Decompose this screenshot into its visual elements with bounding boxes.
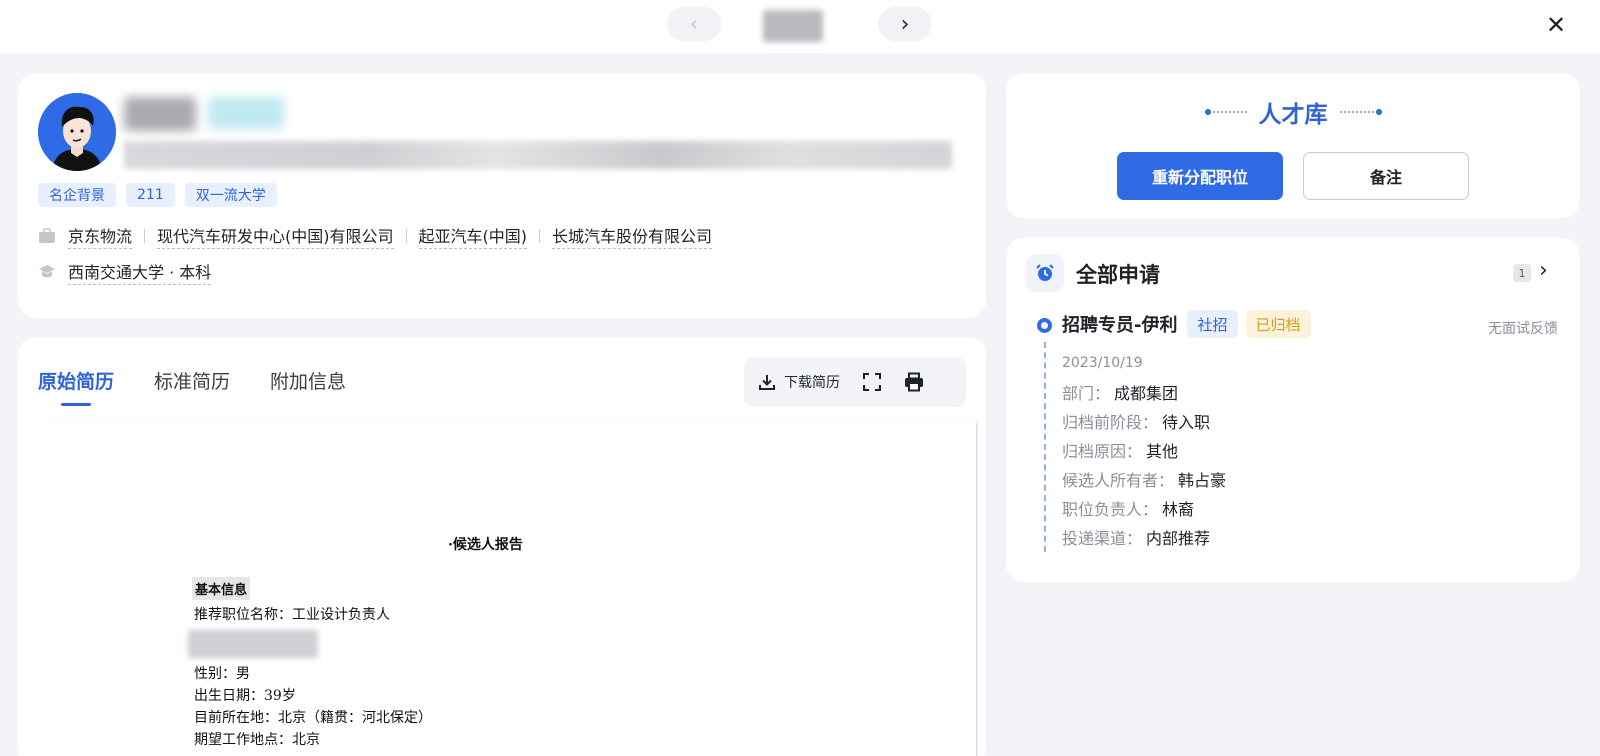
field-department: 部门： 成都集团 — [1062, 380, 1178, 404]
field-value: 其他 — [1146, 442, 1179, 461]
field-delivery-channel: 投递渠道： 内部推荐 — [1062, 525, 1210, 549]
field-value: 成都集团 — [1114, 384, 1179, 403]
tab-additional-info[interactable]: 附加信息 — [270, 367, 346, 406]
company-link[interactable]: 现代汽车研发中心(中国)有限公司 — [157, 223, 394, 249]
fullscreen-button[interactable] — [862, 372, 882, 392]
tag-211: 211 — [126, 183, 175, 207]
timeline-dot — [1037, 318, 1052, 333]
download-resume-label: 下载简历 — [784, 375, 840, 391]
company-link[interactable]: 长城汽车股份有限公司 — [552, 223, 713, 249]
title-decoration — [1204, 109, 1249, 115]
tag-famous-company: 名企背景 — [38, 183, 116, 207]
divider — [405, 229, 407, 243]
reassign-position-button[interactable]: 重新分配职位 — [1117, 152, 1283, 200]
document-line: 期望工作地点：北京 — [194, 732, 320, 748]
chevron-left-icon: ‹ — [689, 11, 699, 37]
tag-double-first-class: 双一流大学 — [184, 183, 277, 207]
talent-pool-label: 人才库 — [1258, 102, 1328, 128]
applications-count-badge: 1 — [1513, 264, 1531, 282]
graduation-cap-icon — [38, 263, 56, 281]
document-line: 性别：男 — [194, 666, 250, 682]
application-position-link[interactable]: 招聘专员-伊利 — [1062, 311, 1177, 337]
tab-original-resume[interactable]: 原始简历 — [38, 367, 114, 406]
status-badge: 已归档 — [1245, 310, 1311, 338]
top-bar: ‹ › ✕ — [0, 0, 1600, 53]
chevron-right-icon: › — [900, 11, 910, 37]
field-label: 归档原因： — [1062, 442, 1143, 461]
field-candidate-owner: 候选人所有者： 韩占豪 — [1062, 467, 1226, 491]
application-date: 2023/10/19 — [1062, 355, 1143, 371]
document-redacted-block — [188, 630, 318, 658]
field-value: 待入职 — [1162, 413, 1211, 432]
application-header: 招聘专员-伊利 社招 已归档 — [1062, 310, 1319, 338]
alarm-clock-icon — [1026, 254, 1064, 292]
candidate-tag-redacted — [208, 97, 284, 129]
close-button[interactable]: ✕ — [1541, 10, 1571, 40]
note-button[interactable]: 备注 — [1303, 152, 1469, 200]
field-label: 归档前阶段： — [1062, 413, 1159, 432]
talent-pool-title: 人才库 — [1006, 95, 1580, 129]
recruit-type-badge: 社招 — [1187, 310, 1238, 338]
document-title: ·候选人报告 — [448, 537, 523, 553]
next-candidate-button[interactable]: › — [878, 7, 932, 41]
divider — [539, 229, 541, 243]
field-archive-reason: 归档原因： 其他 — [1062, 438, 1178, 462]
print-button[interactable] — [904, 372, 924, 392]
chevron-right-icon: › — [1539, 258, 1548, 283]
fullscreen-icon — [863, 373, 881, 391]
document-line: 出生日期：39岁 — [194, 688, 296, 704]
tab-standard-resume[interactable]: 标准简历 — [154, 367, 230, 406]
applications-card: 全部申请 1 › 招聘专员-伊利 社招 已归档 无面试反馈 2023/10/19… — [1006, 238, 1580, 582]
field-value: 内部推荐 — [1146, 529, 1211, 548]
candidate-summary-redacted — [124, 141, 952, 169]
education-row: 西南交通大学 · 本科 — [38, 259, 212, 285]
document-line: 目前所在地：北京（籍贯：河北保定） — [194, 710, 432, 726]
field-value: 林裔 — [1162, 500, 1195, 519]
resume-document-preview: ·候选人报告 基本信息 推荐职位名称：工业设计负责人 性别：男 出生日期：39岁… — [38, 422, 976, 756]
download-resume-button[interactable]: 下载简历 — [758, 372, 840, 392]
applications-title: 全部申请 — [1076, 263, 1160, 287]
timeline-line — [1044, 342, 1046, 552]
interview-feedback-status: 无面试反馈 — [1488, 321, 1558, 337]
resume-card: 原始简历 标准简历 附加信息 下载简历 ·候选人报告 基本信息 推荐职位名称：工… — [18, 337, 986, 756]
talent-pool-card: 人才库 重新分配职位 备注 — [1006, 73, 1580, 218]
document-section-heading: 基本信息 — [192, 577, 251, 600]
candidate-profile-card: 名企背景 211 双一流大学 京东物流 现代汽车研发中心(中国)有限公司 起亚汽… — [18, 73, 986, 318]
print-icon — [905, 372, 923, 392]
title-decoration — [1338, 109, 1382, 115]
candidate-tags: 名企背景 211 双一流大学 — [38, 183, 277, 207]
company-link[interactable]: 京东物流 — [68, 223, 133, 249]
field-label: 职位负责人： — [1062, 500, 1159, 519]
document-line: 推荐职位名称：工业设计负责人 — [194, 607, 390, 623]
avatar — [38, 93, 116, 171]
download-icon — [759, 375, 775, 390]
company-link[interactable]: 起亚汽车(中国) — [418, 223, 528, 249]
candidate-counter-redacted — [763, 10, 823, 42]
work-history-row: 京东物流 现代汽车研发中心(中国)有限公司 起亚汽车(中国) 长城汽车股份有限公… — [38, 223, 713, 249]
school-link[interactable]: 西南交通大学 · 本科 — [68, 259, 212, 285]
resume-tabs: 原始简历 标准简历 附加信息 — [38, 367, 346, 406]
candidate-name-redacted — [124, 97, 196, 131]
avatar-illustration-icon — [38, 93, 116, 171]
field-position-owner: 职位负责人： 林裔 — [1062, 496, 1194, 520]
field-value: 韩占豪 — [1178, 471, 1227, 490]
briefcase-icon — [38, 227, 56, 245]
field-label: 投递渠道： — [1062, 529, 1143, 548]
close-icon: ✕ — [1545, 11, 1567, 39]
previous-candidate-button[interactable]: ‹ — [667, 7, 721, 41]
field-label: 部门： — [1062, 384, 1111, 403]
applications-expand-button[interactable]: › — [1539, 258, 1548, 283]
field-pre-archive-stage: 归档前阶段： 待入职 — [1062, 409, 1210, 433]
field-label: 候选人所有者： — [1062, 471, 1175, 490]
divider — [144, 229, 146, 243]
resume-toolbar: 下载简历 — [744, 357, 966, 407]
